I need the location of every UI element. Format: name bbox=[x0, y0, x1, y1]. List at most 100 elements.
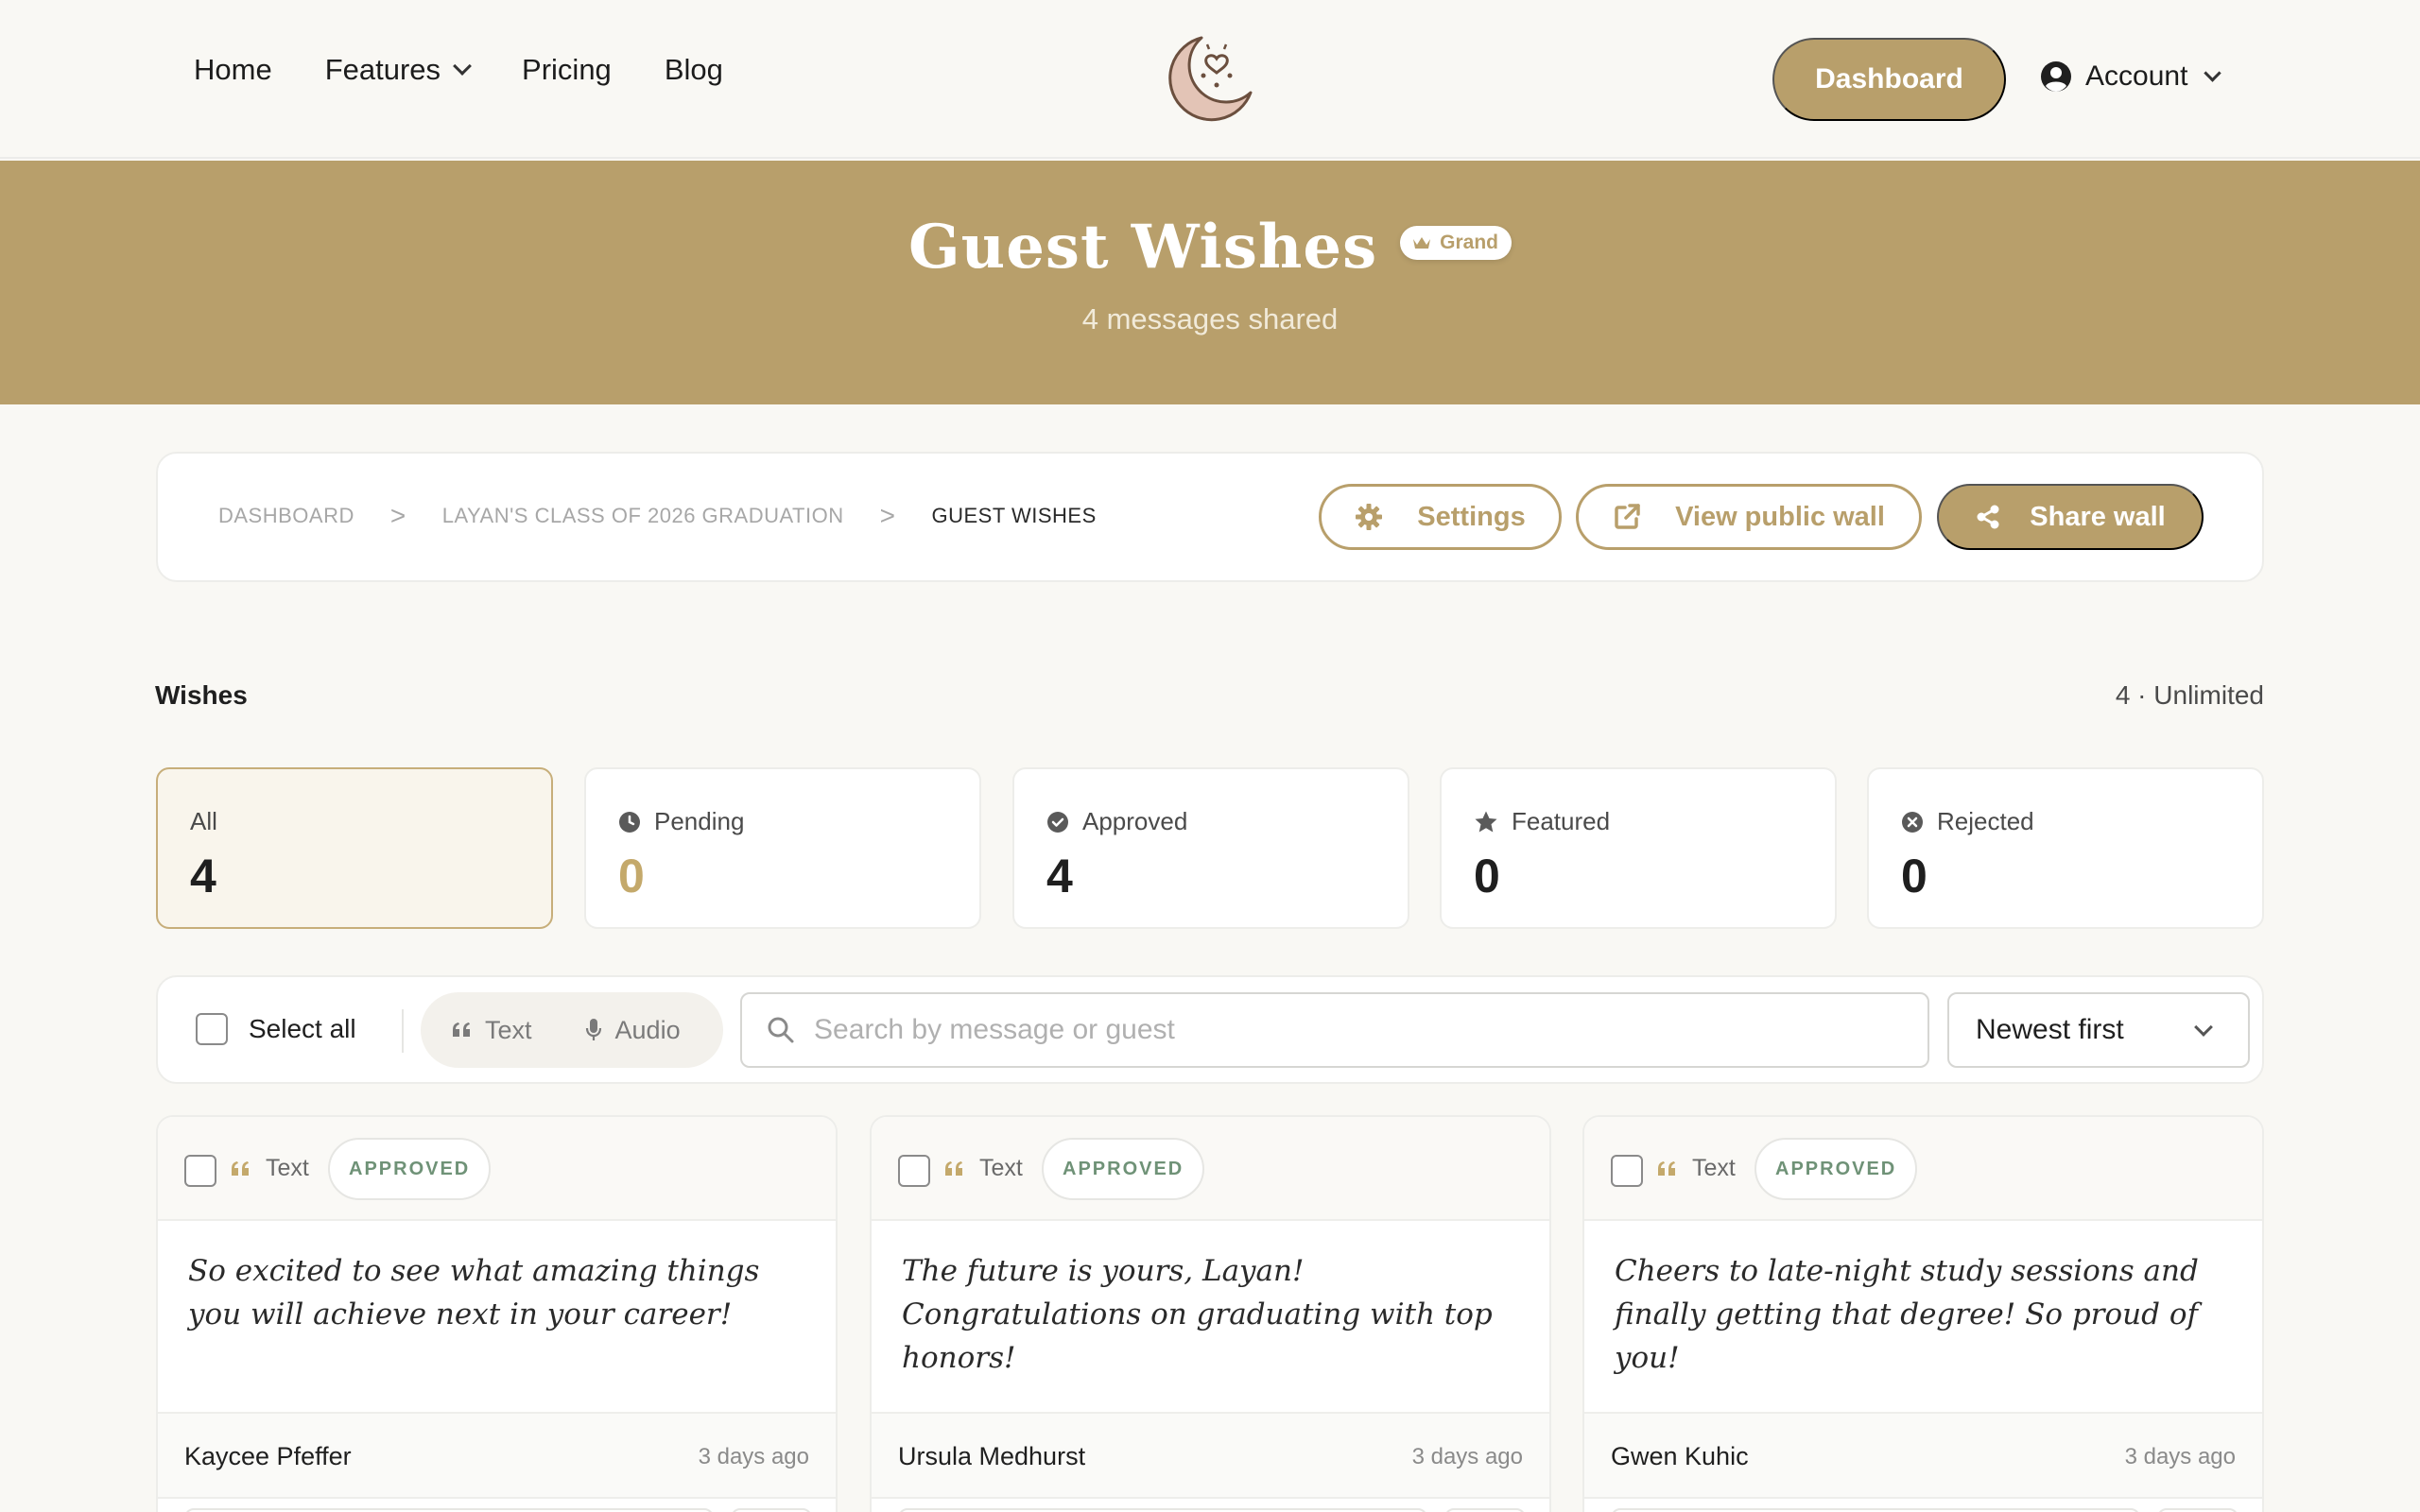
wish-card: Text APPROVED The future is yours, Layan… bbox=[870, 1115, 1551, 1512]
breadcrumb-separator: > bbox=[389, 501, 406, 530]
wish-action-button[interactable] bbox=[1611, 1508, 2140, 1512]
status-badge: APPROVED bbox=[1754, 1138, 1918, 1200]
wish-card-actions bbox=[1584, 1497, 2262, 1512]
wish-action-button[interactable] bbox=[184, 1508, 714, 1512]
user-circle-icon bbox=[2041, 61, 2071, 92]
breadcrumb-dashboard[interactable]: DASHBOARD bbox=[218, 504, 354, 528]
dashboard-button[interactable]: Dashboard bbox=[1772, 38, 2006, 121]
wish-card-header: Text APPROVED bbox=[158, 1117, 836, 1221]
nav-blog-link[interactable]: Blog bbox=[665, 53, 723, 87]
stat-card-all[interactable]: All 4 bbox=[156, 767, 553, 929]
wish-author: Gwen Kuhic bbox=[1611, 1442, 1749, 1470]
wish-type-label: Text bbox=[979, 1155, 1023, 1181]
filter-text-label: Text bbox=[485, 1015, 532, 1044]
breadcrumb-card: DASHBOARD > LAYAN'S CLASS OF 2026 GRADUA… bbox=[156, 452, 2264, 582]
wish-timestamp: 3 days ago bbox=[1411, 1444, 1523, 1469]
account-menu[interactable]: Account bbox=[2040, 60, 2222, 93]
view-public-wall-button[interactable]: View public wall bbox=[1576, 484, 1922, 550]
star-icon bbox=[1475, 811, 1497, 832]
wish-card-header: Text APPROVED bbox=[1584, 1117, 2262, 1221]
wish-author: Kaycee Pfeffer bbox=[184, 1442, 352, 1470]
nav-features-dropdown[interactable]: Features bbox=[325, 53, 472, 87]
check-circle-icon bbox=[1047, 811, 1068, 833]
wish-type: Text bbox=[230, 1155, 309, 1182]
wish-card-footer: Ursula Medhurst 3 days ago bbox=[872, 1412, 1549, 1497]
stat-pending-label: Pending bbox=[654, 807, 745, 835]
wish-more-button[interactable] bbox=[2157, 1508, 2238, 1512]
stat-label: Approved bbox=[1046, 807, 1187, 836]
chevron-down-icon bbox=[453, 57, 472, 76]
wishes-section-title: Wishes bbox=[155, 680, 248, 710]
stat-approved-value: 4 bbox=[1046, 850, 1073, 902]
breadcrumb-separator: > bbox=[879, 501, 896, 530]
checkbox[interactable] bbox=[196, 1013, 228, 1045]
moon-heart-logo[interactable] bbox=[1160, 30, 1256, 129]
filter-audio-toggle[interactable]: Audio bbox=[585, 1016, 681, 1045]
breadcrumb: DASHBOARD > LAYAN'S CLASS OF 2026 GRADUA… bbox=[218, 501, 1097, 531]
share-wall-button[interactable]: Share wall bbox=[1937, 484, 2204, 550]
stat-rejected-label: Rejected bbox=[1937, 807, 2034, 835]
x-circle-icon bbox=[1902, 811, 1923, 833]
stat-label: Featured bbox=[1474, 807, 1610, 836]
stat-featured-value: 0 bbox=[1474, 850, 1500, 902]
sort-value: Newest first bbox=[1976, 1014, 2124, 1045]
wish-type: Text bbox=[943, 1155, 1023, 1182]
stat-all-label: All bbox=[190, 807, 217, 835]
hero-banner: Guest Wishes Grand 4 messages shared bbox=[0, 161, 2420, 404]
account-label: Account bbox=[2085, 60, 2188, 92]
breadcrumb-current: GUEST WISHES bbox=[931, 504, 1097, 527]
plan-badge: Grand bbox=[1400, 225, 1512, 260]
status-badge: APPROVED bbox=[1042, 1138, 1205, 1200]
select-all-label: Select all bbox=[249, 1014, 356, 1043]
wish-action-button[interactable] bbox=[898, 1508, 1427, 1512]
quote-icon bbox=[453, 1022, 470, 1037]
nav-home-link[interactable]: Home bbox=[194, 53, 272, 87]
wish-timestamp: 3 days ago bbox=[698, 1444, 809, 1469]
filter-audio-label: Audio bbox=[614, 1015, 681, 1044]
wish-card: Text APPROVED So excited to see what ama… bbox=[156, 1115, 838, 1512]
settings-button[interactable]: Settings bbox=[1319, 484, 1562, 550]
top-nav: Home Features Pricing Blog Dashboard Acc… bbox=[0, 0, 2420, 159]
wish-more-button[interactable] bbox=[731, 1508, 812, 1512]
wish-card-actions bbox=[872, 1497, 1549, 1512]
nav-pricing-link[interactable]: Pricing bbox=[522, 53, 612, 87]
wishes-quota: 4 · Unlimited bbox=[2115, 680, 2264, 710]
wish-more-button[interactable] bbox=[1444, 1508, 1526, 1512]
page-title: Guest Wishes bbox=[908, 212, 1378, 283]
wish-checkbox[interactable] bbox=[184, 1155, 216, 1187]
search-icon bbox=[768, 1017, 794, 1043]
quote-icon bbox=[1658, 1160, 1675, 1176]
wish-type-label: Text bbox=[266, 1155, 309, 1181]
stat-approved-label: Approved bbox=[1082, 807, 1188, 835]
stat-featured-label: Featured bbox=[1512, 807, 1611, 835]
wish-checkbox[interactable] bbox=[898, 1155, 930, 1187]
share-icon bbox=[1977, 505, 1999, 529]
stat-card-featured[interactable]: Featured 0 bbox=[1440, 767, 1837, 929]
gear-icon bbox=[1356, 504, 1383, 530]
stat-all-value: 4 bbox=[190, 850, 216, 902]
chevron-down-icon bbox=[2194, 1018, 2213, 1037]
wish-message: So excited to see what amazing things yo… bbox=[188, 1254, 760, 1332]
external-link-icon bbox=[1615, 504, 1640, 529]
chevron-down-icon bbox=[2204, 63, 2222, 82]
stat-label: All bbox=[190, 807, 217, 836]
stat-card-rejected[interactable]: Rejected 0 bbox=[1867, 767, 2264, 929]
select-all-checkbox[interactable]: Select all bbox=[196, 1013, 356, 1045]
share-wall-label: Share wall bbox=[2030, 501, 2166, 532]
status-badge: APPROVED bbox=[328, 1138, 492, 1200]
plan-badge-label: Grand bbox=[1440, 231, 1498, 253]
stat-card-approved[interactable]: Approved 4 bbox=[1012, 767, 1409, 929]
wish-card: Text APPROVED Cheers to late-night study… bbox=[1582, 1115, 2264, 1512]
filter-text-toggle[interactable]: Text bbox=[451, 1016, 532, 1045]
sort-select[interactable]: Newest first bbox=[1947, 992, 2250, 1068]
wish-checkbox[interactable] bbox=[1611, 1155, 1643, 1187]
wish-type-label: Text bbox=[1692, 1155, 1736, 1181]
filter-bar: Select all Text Audio Newest first bbox=[156, 975, 2264, 1084]
stat-card-pending[interactable]: Pending 0 bbox=[584, 767, 981, 929]
quote-icon bbox=[232, 1160, 249, 1176]
microphone-icon bbox=[585, 1019, 601, 1040]
wish-author: Ursula Medhurst bbox=[898, 1442, 1086, 1470]
breadcrumb-event[interactable]: LAYAN'S CLASS OF 2026 GRADUATION bbox=[442, 504, 844, 528]
wish-card-footer: Gwen Kuhic 3 days ago bbox=[1584, 1412, 2262, 1497]
search-input[interactable] bbox=[814, 1014, 1901, 1046]
